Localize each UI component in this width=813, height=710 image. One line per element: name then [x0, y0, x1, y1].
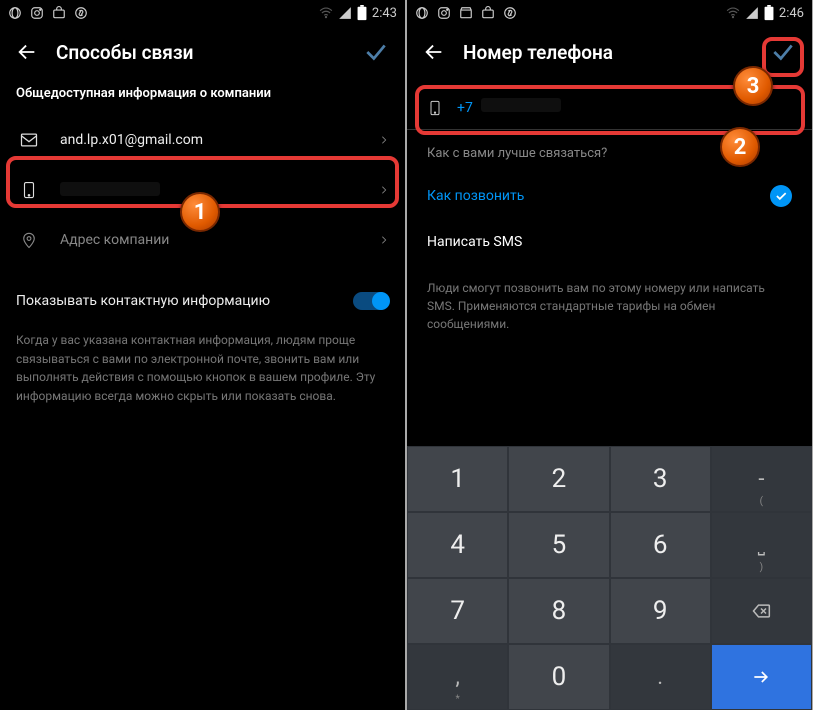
key-comma[interactable]: ,*	[408, 645, 507, 709]
shazam-icon	[74, 6, 88, 20]
email-value: and.lp.x01@gmail.com	[60, 132, 379, 148]
chevron-right-icon	[379, 233, 389, 247]
instagram-icon	[437, 6, 451, 20]
toggle-label: Показывать контактную информацию	[16, 293, 353, 309]
screen-contact-methods: 2:43 Способы связи Общедоступная информа…	[0, 0, 405, 710]
section-title: Общедоступная информация о компании	[0, 78, 405, 115]
wifi-icon	[318, 6, 334, 20]
chevron-right-icon	[379, 183, 389, 197]
key-backspace[interactable]	[712, 579, 811, 643]
battery-icon	[356, 5, 368, 21]
screen-phone-number: 2:46 Номер телефона +7 Как с вами лучше …	[407, 0, 812, 710]
show-contact-toggle-row: Показывать контактную информацию	[0, 275, 405, 327]
clock: 2:43	[372, 6, 397, 21]
key-0[interactable]: 0	[509, 645, 608, 709]
battery-icon	[763, 5, 775, 21]
email-icon	[16, 130, 42, 150]
marker-2: 2	[720, 127, 760, 167]
phone-input-value[interactable]	[481, 98, 561, 117]
key-7[interactable]: 7	[408, 579, 507, 643]
statusbar: 2:43	[0, 0, 405, 26]
marker-1: 1	[180, 192, 220, 232]
key-enter[interactable]	[712, 645, 811, 709]
email-row[interactable]: and.lp.x01@gmail.com	[0, 115, 405, 165]
phone-icon	[16, 180, 42, 200]
confirm-button[interactable]	[766, 37, 800, 67]
key-4[interactable]: 4	[408, 513, 507, 577]
key-space[interactable]: ⎵)	[712, 513, 811, 577]
location-icon	[16, 230, 42, 250]
key-6[interactable]: 6	[611, 513, 710, 577]
marker-3: 3	[733, 66, 773, 106]
option-sms[interactable]: Написать SMS	[407, 219, 812, 265]
phone-value	[60, 182, 379, 198]
help-text: Когда у вас указана контактная информаци…	[0, 327, 405, 405]
signal-icon	[338, 6, 352, 20]
key-9[interactable]: 9	[611, 579, 710, 643]
page-title: Способы связи	[56, 41, 359, 64]
option-call[interactable]: Как позвонить	[407, 173, 812, 219]
info-text: Люди смогут позвонить вам по этому номер…	[407, 265, 812, 347]
clock: 2:46	[779, 6, 804, 21]
country-code[interactable]: +7	[457, 100, 473, 116]
phone-icon	[427, 98, 443, 118]
instagram-icon	[30, 6, 44, 20]
key-5[interactable]: 5	[509, 513, 608, 577]
key-period[interactable]: .	[611, 645, 710, 709]
check-icon	[770, 185, 792, 207]
header: Способы связи	[0, 26, 405, 78]
statusbar: 2:46	[407, 0, 812, 26]
numeric-keypad: 1 2 3 -( 4 5 6 ⎵) 7 8 9 ,* 0 .	[407, 446, 812, 710]
shazam-icon	[503, 6, 517, 20]
address-placeholder: Адрес компании	[60, 232, 379, 248]
opera-icon	[415, 6, 429, 20]
back-button[interactable]	[12, 37, 42, 67]
back-button[interactable]	[419, 37, 449, 67]
opera-icon	[8, 6, 22, 20]
key-2[interactable]: 2	[509, 447, 608, 511]
store-icon	[481, 6, 495, 20]
show-contact-toggle[interactable]	[353, 292, 389, 310]
wifi-icon	[725, 6, 741, 20]
chevron-right-icon	[379, 133, 389, 147]
shop-icon	[459, 6, 473, 20]
signal-icon	[745, 6, 759, 20]
key-3[interactable]: 3	[611, 447, 710, 511]
key-8[interactable]: 8	[509, 579, 608, 643]
confirm-button[interactable]	[359, 37, 393, 67]
page-title: Номер телефона	[463, 41, 766, 64]
store-icon	[52, 6, 66, 20]
key-1[interactable]: 1	[408, 447, 507, 511]
key-dash[interactable]: -(	[712, 447, 811, 511]
